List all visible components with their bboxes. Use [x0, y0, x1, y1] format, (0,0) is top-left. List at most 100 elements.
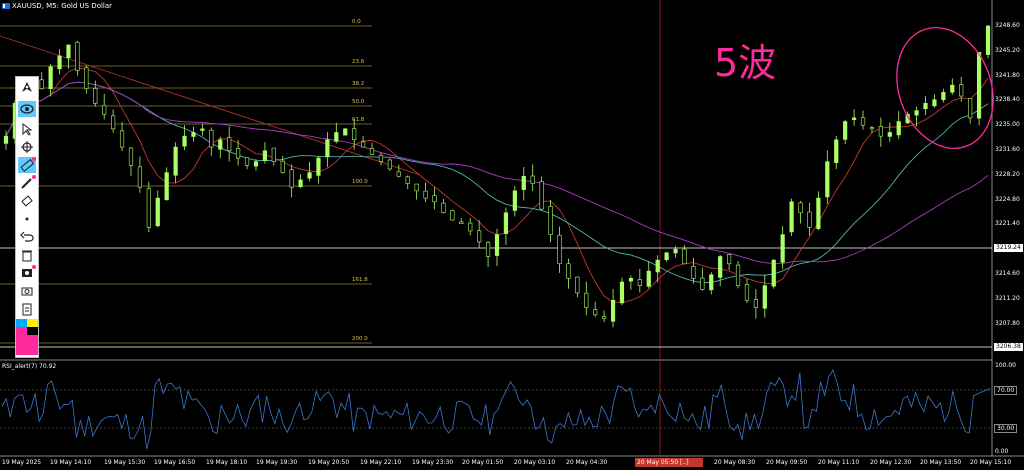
candle-body: [84, 67, 89, 90]
candle-body: [709, 274, 714, 291]
price-tick-label: 3245.20: [995, 46, 1020, 54]
candle-body: [200, 128, 205, 131]
price-tick-label: 3214.60: [995, 270, 1020, 277]
candle-body: [316, 157, 321, 176]
pencil-icon[interactable]: [18, 175, 36, 191]
rsi-line: [1, 368, 991, 449]
screenshot-icon[interactable]: [18, 283, 36, 299]
candle-body: [360, 141, 366, 148]
price-tick-label: 3224.80: [995, 195, 1020, 203]
candle-body: [727, 254, 732, 265]
candle-body: [887, 132, 892, 137]
candle-body: [521, 175, 526, 190]
highlight-circle: [896, 27, 994, 149]
candle-body: [914, 110, 919, 116]
color-swatch-row[interactable]: [16, 319, 38, 327]
candle-body: [834, 139, 839, 163]
candle-body: [548, 206, 553, 235]
drawing-toolbar: [15, 76, 39, 358]
candle-body: [985, 25, 991, 55]
trend-line[interactable]: [0, 35, 421, 176]
fib-level-label: 50.0: [352, 99, 365, 105]
candle-body: [923, 103, 928, 110]
candle-body: [798, 202, 803, 214]
pen-tool-icon[interactable]: [18, 79, 36, 95]
price-tick-label: 3235.00: [995, 121, 1020, 129]
time-tick-label: 20 May 01:50: [462, 459, 504, 466]
candle-body: [57, 55, 62, 70]
candle-body: [932, 99, 937, 107]
candle-body: [155, 197, 160, 227]
candle-body: [262, 150, 267, 161]
time-tick-label: 19 May 23:30: [412, 459, 454, 466]
candle-body: [307, 172, 312, 179]
candle-body: [789, 201, 794, 233]
candle-body: [673, 248, 678, 254]
fibonacci-retracement[interactable]: [0, 25, 372, 344]
candle-body: [75, 41, 80, 71]
cursor-icon[interactable]: [18, 121, 36, 137]
candle-body: [869, 127, 875, 130]
candle-body: [93, 88, 98, 104]
clipboard-icon[interactable]: [18, 301, 36, 317]
candle-body: [566, 263, 571, 279]
candle-body: [396, 171, 401, 177]
candle-body: [191, 132, 196, 137]
candle-body: [807, 211, 812, 228]
low-price-box: 3206.38: [994, 343, 1023, 351]
candle-body: [691, 266, 696, 279]
trash-icon[interactable]: [18, 247, 36, 263]
time-tick-label: 20 May 09:50: [766, 459, 808, 466]
time-tick-label: 20 May 13:50: [920, 459, 962, 466]
candle-body: [700, 277, 705, 290]
candle-body: [718, 256, 723, 278]
candle-body: [584, 292, 589, 308]
undo-icon[interactable]: [18, 229, 36, 245]
symbol-icon: [2, 3, 10, 9]
candle-body: [414, 183, 419, 192]
candle-body: [485, 242, 491, 257]
ma-fast-line: [5, 67, 989, 304]
color-swatch-row-2[interactable]: [16, 327, 38, 335]
candle-body: [843, 121, 848, 140]
candle-body: [682, 248, 687, 265]
chart-frame: [0, 0, 1024, 457]
wave-annotation: 5波: [714, 41, 777, 85]
candle-body: [744, 284, 750, 301]
candle-body: [878, 126, 883, 137]
time-tick-label: 19 May 18:10: [206, 459, 248, 466]
candle-body: [48, 66, 53, 90]
candle-body: [976, 51, 982, 119]
active-color-swatch[interactable]: [16, 335, 38, 355]
candle-body: [459, 221, 464, 224]
candle-body: [753, 299, 758, 308]
rsi-axis-upper: 70.00: [994, 386, 1018, 395]
dot-icon[interactable]: [18, 211, 36, 227]
crosshair-icon[interactable]: [18, 139, 36, 155]
candle-body: [646, 270, 651, 287]
candle-body: [39, 79, 44, 90]
candle-body: [173, 146, 178, 176]
main-chart[interactable]: [0, 0, 1024, 470]
eraser-icon[interactable]: [18, 193, 36, 209]
candle-body: [111, 115, 116, 130]
price-tick-label: 3207.80: [995, 319, 1020, 327]
candle-body: [423, 190, 428, 199]
candle-body: [539, 181, 544, 210]
time-tick-label: 20 May 11:10: [818, 459, 860, 466]
moving-averages: [5, 67, 989, 304]
candle-body: [164, 172, 169, 201]
eye-icon[interactable]: [18, 101, 36, 117]
candle-body: [280, 160, 285, 173]
time-crosshair-label: 20 May 05:50 [..]: [635, 458, 703, 467]
save-icon[interactable]: [18, 265, 36, 281]
candle-body: [369, 148, 375, 155]
price-tick-label: 3221.40: [995, 220, 1020, 228]
candle-body: [450, 210, 455, 221]
time-tick-label: 20 May 15:10: [970, 459, 1012, 466]
candle-body: [378, 154, 384, 162]
candle-body: [494, 234, 500, 256]
ruler-icon[interactable]: [18, 157, 36, 173]
candle-body: [610, 299, 616, 322]
fib-level-label: 200.0: [352, 336, 368, 342]
